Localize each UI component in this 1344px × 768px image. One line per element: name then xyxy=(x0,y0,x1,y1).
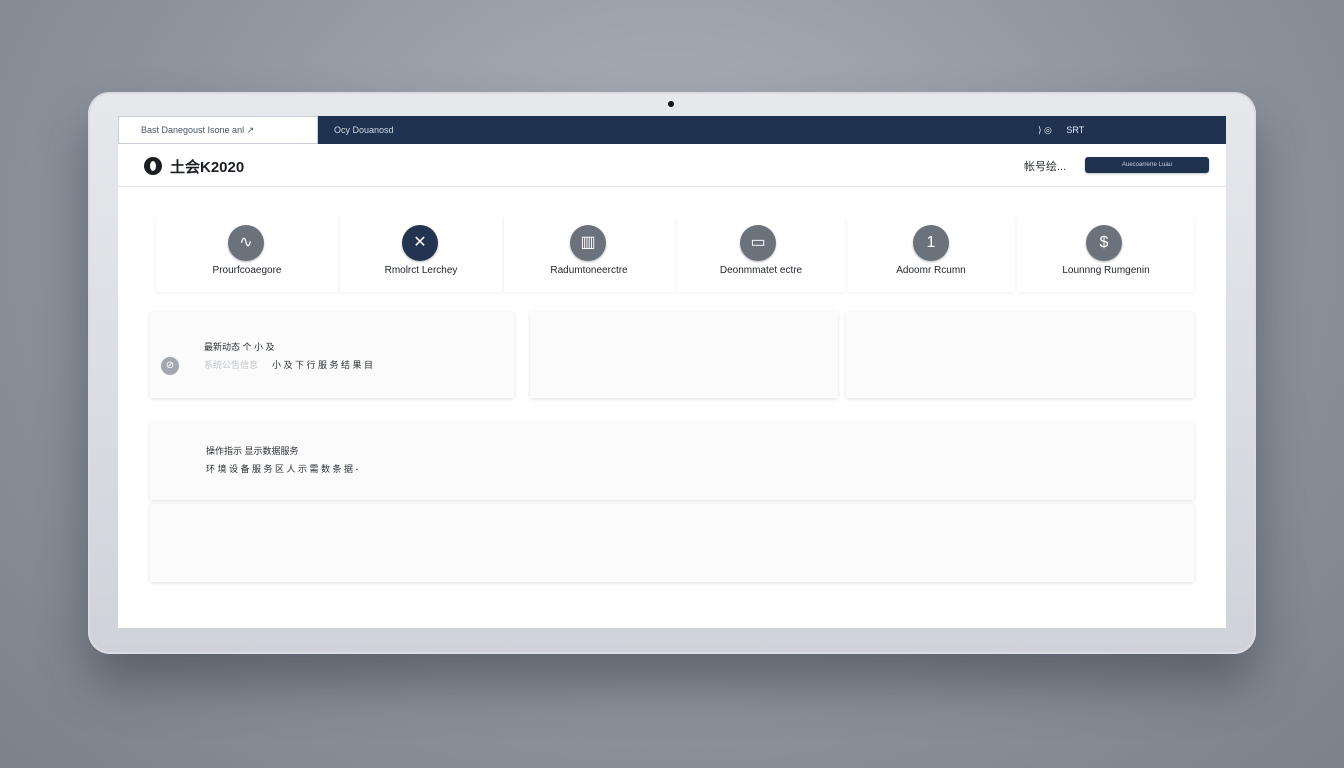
logo-text: 土会K2020 xyxy=(170,159,245,176)
page-header: 土会K2020 帐号绘... Auecoarrerre Luau xyxy=(118,144,1226,187)
hand-icon: $ xyxy=(1086,225,1122,261)
category-tile-1[interactable]: ∿ Prourfcoaegore xyxy=(156,216,338,292)
category-tile-2[interactable]: ✕ Rmolrct Lerchey xyxy=(340,216,502,292)
panel-heading: 操作指示 显示数据服务 xyxy=(206,446,299,456)
status-icon: ⊘ xyxy=(161,357,179,375)
panel-text: 环 境 设 备 服 务 区 人 示 需 数 条 据 - xyxy=(206,464,359,474)
category-label: Rmolrct Lerchey xyxy=(384,265,458,276)
arrow-icon: ↗ xyxy=(246,125,255,135)
topbar-title: Ocy Douanosd xyxy=(334,125,394,135)
info-card-1[interactable]: 最新动态 个 小 及 ⊘ 系统公告信息 小 及 下 行 服 务 结 果 目 xyxy=(150,312,514,398)
building-icon: ▥ xyxy=(570,225,606,261)
chart-line-icon: ∿ xyxy=(228,225,264,261)
category-label: Deonmmatet ectre xyxy=(719,265,803,276)
logo-icon xyxy=(144,157,162,175)
top-nav-bar: Bast Danegoust Isone anl ↗ Ocy Douanosd … xyxy=(118,116,1226,144)
camera-dot xyxy=(668,101,674,107)
topbar-icons[interactable]: ⟩ ◎ xyxy=(1038,125,1052,135)
browser-tab-label: Bast Danegoust Isone anl xyxy=(141,125,245,135)
category-tile-5[interactable]: 1 Adoomr Rcumn xyxy=(848,216,1014,292)
category-label: Lounnng Rumgenin xyxy=(1062,265,1150,276)
category-tile-6[interactable]: $ Lounnng Rumgenin xyxy=(1018,216,1194,292)
topbar-right: ⟩ ◎ SRT xyxy=(1038,116,1084,144)
card-faint-text: 系统公告信息 xyxy=(204,360,259,370)
category-label: Prourfcoaegore xyxy=(212,265,282,276)
header-account-link[interactable]: 帐号绘... xyxy=(1024,158,1066,174)
tablet-frame: Bast Danegoust Isone anl ↗ Ocy Douanosd … xyxy=(88,92,1256,654)
monitor-icon: ▭ xyxy=(740,225,776,261)
header-action-button[interactable]: Auecoarrerre Luau xyxy=(1085,157,1209,173)
info-card-3[interactable] xyxy=(846,312,1194,398)
tools-icon: ✕ xyxy=(402,225,438,261)
number-icon: 1 xyxy=(913,225,949,261)
info-panel-2[interactable] xyxy=(150,504,1194,582)
topbar-user-label[interactable]: SRT xyxy=(1066,125,1084,135)
card-heading: 最新动态 个 小 及 xyxy=(204,342,275,352)
category-label: Radumtoneerctre xyxy=(550,265,628,276)
info-panel-1[interactable]: 操作指示 显示数据服务 环 境 设 备 服 务 区 人 示 需 数 条 据 - xyxy=(150,422,1194,500)
category-tile-4[interactable]: ▭ Deonmmatet ectre xyxy=(678,216,844,292)
category-tile-3[interactable]: ▥ Radumtoneerctre xyxy=(504,216,674,292)
browser-tab[interactable]: Bast Danegoust Isone anl ↗ xyxy=(118,116,318,144)
category-label: Adoomr Rcumn xyxy=(896,265,966,276)
info-card-2[interactable] xyxy=(530,312,838,398)
screen: Bast Danegoust Isone anl ↗ Ocy Douanosd … xyxy=(118,116,1226,628)
card-text: 小 及 下 行 服 务 结 果 目 xyxy=(272,360,374,370)
